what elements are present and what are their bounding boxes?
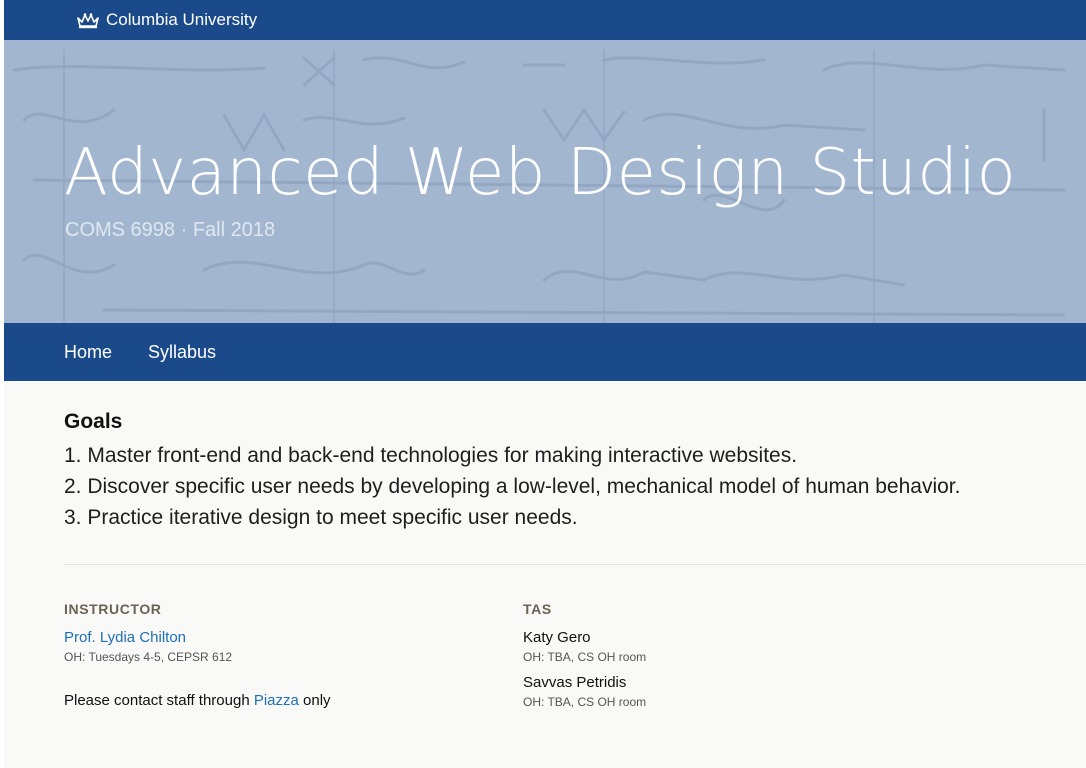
page: Columbia University Advanced Web Design …: [0, 0, 1086, 768]
piazza-link[interactable]: Piazza: [254, 692, 299, 709]
ta-office-hours: OH: TBA, CS OH room: [523, 650, 647, 664]
instructor-name-link[interactable]: Prof. Lydia Chilton: [64, 629, 331, 646]
course-subtitle: COMS 6998 · Fall 2018: [65, 219, 276, 241]
page-title: Advanced Web Design Studio: [64, 136, 1017, 210]
instructor-office-hours: OH: Tuesdays 4-5, CEPSR 612: [64, 650, 233, 664]
ta-name: Katy Gero: [523, 629, 591, 646]
contact-prefix: Please contact staff through: [64, 692, 254, 709]
tas-heading: TAS: [523, 601, 552, 617]
ta-office-hours: OH: TBA, CS OH room: [523, 695, 647, 709]
section-divider: [64, 564, 1086, 565]
university-name: Columbia University: [106, 10, 258, 29]
nav-home[interactable]: Home: [64, 342, 112, 363]
crown-icon: [76, 12, 100, 29]
contact-suffix: only: [298, 692, 331, 709]
goal-item: 1. Master front-end and back-end technol…: [64, 444, 798, 467]
goals-section: Goals 1. Master front-end and back-end t…: [64, 410, 960, 533]
ta-name: Savvas Petridis: [523, 674, 627, 691]
goal-item: 3. Practice iterative design to meet spe…: [64, 506, 578, 529]
main-nav: Home Syllabus: [4, 323, 1086, 381]
goals-heading: Goals: [64, 410, 123, 433]
instructor-section: INSTRUCTOR Prof. Lydia Chilton OH: Tuesd…: [64, 601, 331, 709]
nav-syllabus[interactable]: Syllabus: [148, 342, 216, 363]
instructor-heading: INSTRUCTOR: [64, 601, 162, 617]
contact-note: Please contact staff through Piazza only: [64, 692, 331, 709]
hero-banner: Advanced Web Design Studio COMS 6998 · F…: [4, 40, 1086, 323]
tas-section: TAS Katy Gero OH: TBA, CS OH room Savvas…: [523, 601, 646, 719]
goal-item: 2. Discover specific user needs by devel…: [64, 475, 961, 498]
columbia-logo-link[interactable]: Columbia University: [76, 10, 257, 30]
university-bar: Columbia University: [4, 0, 1086, 40]
